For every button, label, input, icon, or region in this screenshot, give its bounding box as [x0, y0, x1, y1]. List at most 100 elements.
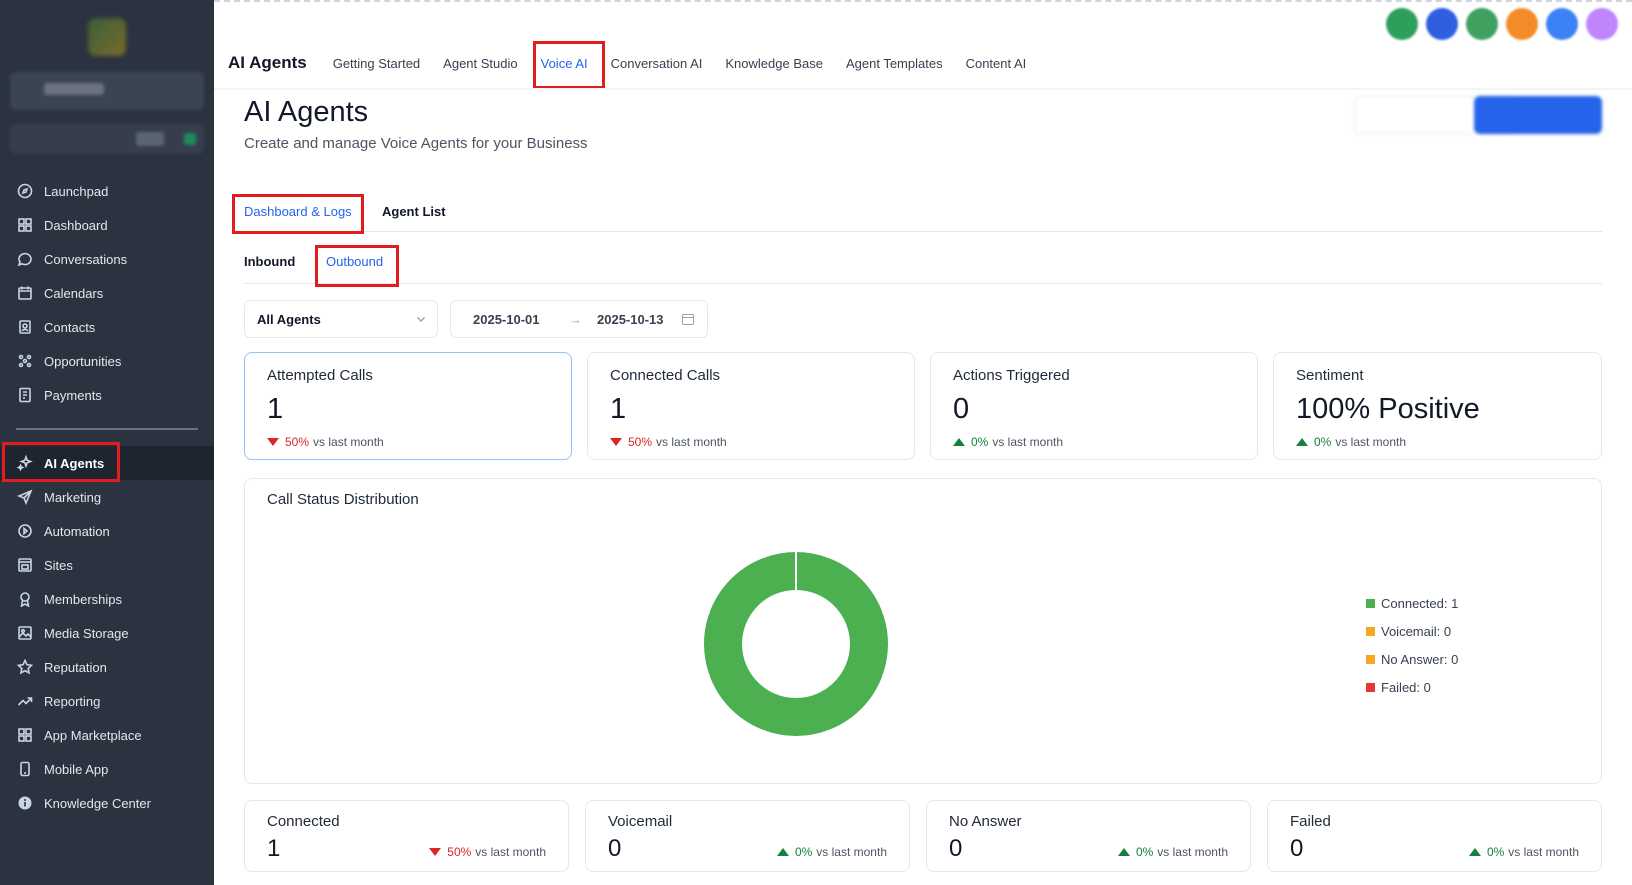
avatar[interactable] [1426, 8, 1458, 40]
star-icon [16, 658, 34, 676]
card-sentiment[interactable]: Sentiment 100% Positive 0% vs last month [1273, 352, 1602, 460]
send-icon [16, 488, 34, 506]
card-label: Actions Triggered [953, 367, 1070, 384]
donut-slice-connected[interactable] [704, 552, 888, 736]
card-voicemail[interactable]: Voicemail 0 0% vs last month [585, 800, 910, 872]
tab-outbound[interactable]: Outbound [326, 254, 383, 269]
header-divider [214, 88, 1632, 90]
card-trend: 50% vs last month [429, 845, 546, 859]
sidebar-item-launchpad[interactable]: Launchpad [0, 174, 214, 208]
sidebar-item-label: Opportunities [44, 353, 122, 369]
sidebar-item-contacts[interactable]: Contacts [0, 310, 214, 344]
sidebar-item-payments[interactable]: Payments [0, 378, 214, 412]
sidebar-item-ai-agents[interactable]: AI Agents [0, 446, 214, 480]
trend-icon [16, 692, 34, 710]
card-label: Connected [267, 813, 340, 830]
trend-percent: 0% [971, 435, 989, 449]
avatar[interactable] [1506, 8, 1538, 40]
card-value: 1 [610, 393, 627, 425]
avatar[interactable] [1586, 8, 1618, 40]
card-no-answer[interactable]: No Answer 0 0% vs last month [926, 800, 1251, 872]
sidebar-divider [16, 428, 198, 430]
page-subtitle: Create and manage Voice Agents for your … [244, 135, 588, 152]
sidebar-item-media-storage[interactable]: Media Storage [0, 616, 214, 650]
trend-up-icon [1468, 848, 1481, 856]
direction-tabs: Inbound Outbound [244, 248, 1602, 284]
card-actions-triggered[interactable]: Actions Triggered 0 0% vs last month [930, 352, 1258, 460]
trend-suffix: vs last month [1335, 435, 1407, 449]
tab-voice-ai[interactable]: Voice AI [541, 56, 588, 71]
sidebar-item-opportunities[interactable]: Opportunities [0, 344, 214, 378]
card-label: Voicemail [608, 813, 673, 830]
sidebar-item-app-marketplace[interactable]: App Marketplace [0, 718, 214, 752]
sidebar-item-mobile-app[interactable]: Mobile App [0, 752, 214, 786]
sidebar-item-knowledge-center[interactable]: Knowledge Center [0, 786, 214, 820]
tab-getting-started[interactable]: Getting Started [333, 56, 420, 71]
sidebar-item-automation[interactable]: Automation [0, 514, 214, 548]
trend-percent: 0% [1135, 845, 1154, 859]
date-range-picker[interactable]: 2025-10-01 → 2025-10-13 [450, 300, 708, 338]
card-label: Connected Calls [610, 367, 721, 384]
tab-knowledge-base[interactable]: Knowledge Base [725, 56, 823, 71]
launchpad-icon [16, 182, 34, 200]
sidebar-item-label: Launchpad [44, 183, 109, 199]
sidebar-item-marketing[interactable]: Marketing [0, 480, 214, 514]
sidebar-item-conversations[interactable]: Conversations [0, 242, 214, 276]
avatar[interactable] [1466, 8, 1498, 40]
sidebar-item-label: Reputation [44, 659, 107, 675]
phone-icon [16, 760, 34, 778]
grid-icon [16, 726, 34, 744]
tab-agent-list[interactable]: Agent List [382, 204, 446, 219]
avatar[interactable] [1546, 8, 1578, 40]
sidebar-item-sites[interactable]: Sites [0, 548, 214, 582]
card-value: 0 [953, 393, 970, 425]
avatar[interactable] [1386, 8, 1418, 40]
sidebar-item-calendars[interactable]: Calendars [0, 276, 214, 310]
sites-icon [16, 556, 34, 574]
sidebar-item-dashboard[interactable]: Dashboard [0, 208, 214, 242]
card-connected[interactable]: Connected 1 50% vs last month [244, 800, 569, 872]
arrow-right-icon: → [569, 312, 582, 327]
card-trend: 0% vs last month [776, 845, 887, 859]
sidebar-item-reporting[interactable]: Reporting [0, 684, 214, 718]
create-agent-button[interactable] [1474, 96, 1602, 134]
sidebar-nav-secondary: AI Agents Marketing Automation Sites Mem… [0, 446, 214, 820]
legend-item-no-answer: No Answer: 0 [1366, 645, 1458, 673]
card-value: 0 [608, 835, 622, 862]
card-value: 100% Positive [1296, 393, 1480, 425]
card-connected-calls[interactable]: Connected Calls 1 50% vs last month [587, 352, 915, 460]
sidebar-search[interactable] [10, 124, 204, 154]
card-label: Sentiment [1296, 367, 1364, 384]
card-attempted-calls[interactable]: Attempted Calls 1 50% vs last month [244, 352, 572, 460]
award-icon [16, 590, 34, 608]
tab-conversation-ai[interactable]: Conversation AI [611, 56, 703, 71]
call-status-distribution: Call Status Distribution Connected: 1 Vo… [244, 478, 1602, 784]
tab-content-ai[interactable]: Content AI [966, 56, 1027, 71]
card-trend: 0% vs last month [953, 435, 1063, 449]
main-content: AI Agents Getting Started Agent Studio V… [214, 0, 1632, 885]
trend-suffix: vs last month [1508, 845, 1579, 859]
card-value: 0 [949, 835, 963, 862]
tab-agent-templates[interactable]: Agent Templates [846, 56, 943, 71]
sidebar-item-label: Payments [44, 387, 102, 403]
sidebar-item-label: App Marketplace [44, 727, 142, 743]
trend-down-icon [429, 848, 442, 856]
sidebar-item-label: Automation [44, 523, 110, 539]
calendar-icon [681, 312, 695, 329]
sidebar-item-label: Knowledge Center [44, 795, 151, 811]
agent-select[interactable]: All Agents [244, 300, 438, 338]
trend-percent: 50% [447, 845, 472, 859]
top-border [214, 0, 1632, 2]
trend-suffix: vs last month [992, 435, 1064, 449]
donut-chart [704, 552, 888, 736]
account-switcher[interactable] [10, 72, 204, 110]
grid-icon [16, 216, 34, 234]
tab-agent-studio[interactable]: Agent Studio [443, 56, 517, 71]
card-label: Failed [1290, 813, 1331, 830]
sidebar-item-reputation[interactable]: Reputation [0, 650, 214, 684]
tab-inbound[interactable]: Inbound [244, 254, 295, 269]
sidebar-item-label: Mobile App [44, 761, 109, 777]
sidebar-item-memberships[interactable]: Memberships [0, 582, 214, 616]
tab-dashboard-logs[interactable]: Dashboard & Logs [244, 204, 352, 219]
card-failed[interactable]: Failed 0 0% vs last month [1267, 800, 1602, 872]
